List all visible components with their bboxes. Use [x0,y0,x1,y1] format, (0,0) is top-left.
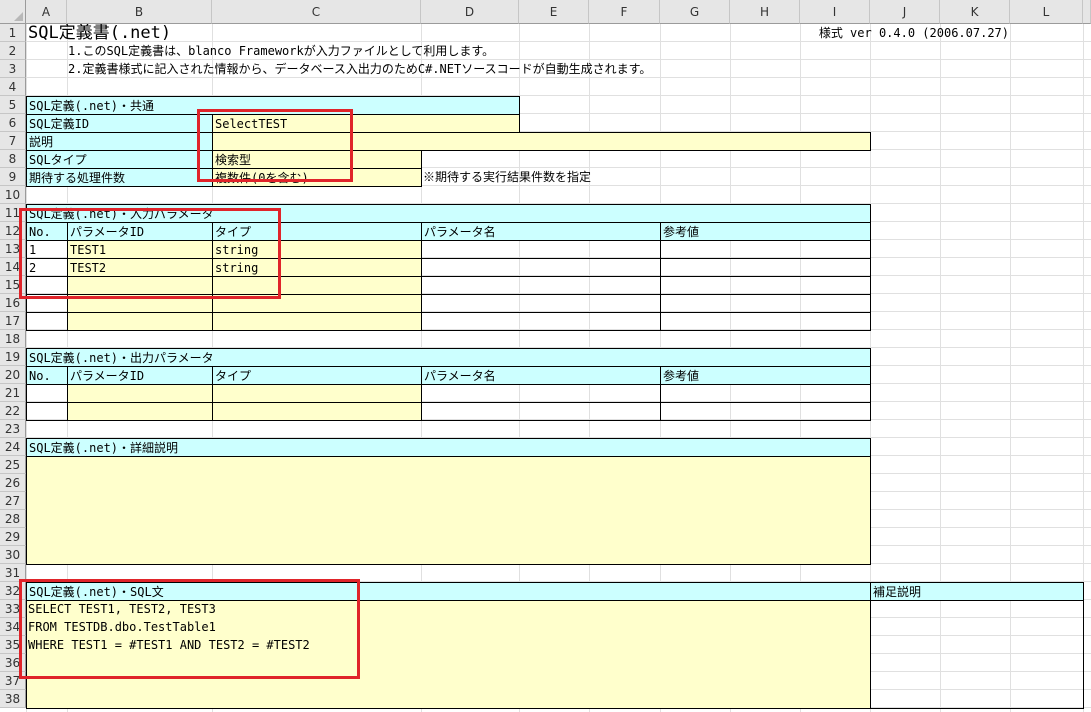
supplement-text-area[interactable] [870,600,1084,709]
expected-count-label: 期待する処理件数 [26,168,213,187]
sql-id-label: SQL定義ID [26,114,213,133]
input-param-row-ref[interactable] [660,312,871,331]
output-param-header-ref: 参考値 [660,366,871,385]
row-header[interactable]: 38 [0,690,26,708]
output-param-header-no: No. [26,366,68,385]
output-param-section-header: SQL定義(.net)・出力パラメータ [26,348,871,367]
row-header[interactable]: 23 [0,420,26,438]
row-header[interactable]: 9 [0,168,26,186]
column-header-d[interactable]: D [421,0,519,24]
row-header[interactable]: 24 [0,438,26,456]
row-header[interactable]: 28 [0,510,26,528]
input-param-row-ref[interactable] [660,258,871,277]
expected-count-note: ※期待する実行結果件数を指定 [423,170,592,184]
output-param-row-name[interactable] [421,402,661,421]
output-param-header-name: パラメータ名 [421,366,661,385]
column-header-b[interactable]: B [67,0,212,24]
column-header-c[interactable]: C [212,0,421,24]
output-param-row-no[interactable] [26,384,68,403]
output-param-row-id[interactable] [67,402,213,421]
detail-section-header: SQL定義(.net)・詳細説明 [26,438,871,457]
highlight-input-params-box [19,208,281,299]
detail-text-area[interactable] [26,456,871,565]
output-param-row-ref[interactable] [660,402,871,421]
column-header-g[interactable]: G [660,0,730,24]
row-header[interactable]: 3 [0,60,26,78]
row-header[interactable]: 26 [0,474,26,492]
row-header[interactable]: 6 [0,114,26,132]
input-param-row-name[interactable] [421,276,661,295]
input-param-row-name[interactable] [421,312,661,331]
highlight-sql-box [19,579,360,679]
output-param-row-id[interactable] [67,384,213,403]
column-header-j[interactable]: J [870,0,940,24]
row-header[interactable]: 1 [0,24,26,42]
row-header[interactable]: 29 [0,528,26,546]
output-param-row-ref[interactable] [660,384,871,403]
row-header[interactable]: 2 [0,42,26,60]
input-param-row-id[interactable] [67,312,213,331]
spreadsheet[interactable]: SQL定義書(.net) 様式 ver 0.4.0 (2006.07.27) 1.こ… [0,0,1091,712]
sheet-title: SQL定義書(.net) [28,22,172,43]
row-header[interactable]: 19 [0,348,26,366]
row-header[interactable]: 8 [0,150,26,168]
output-param-row-type[interactable] [212,384,422,403]
input-param-row-type[interactable] [212,312,422,331]
input-param-row-ref[interactable] [660,240,871,259]
input-param-header-ref: 参考値 [660,222,871,241]
column-header-a[interactable]: A [26,0,67,24]
output-param-row-type[interactable] [212,402,422,421]
supplement-header: 補足説明 [870,582,1084,601]
description-line-1: 1.このSQL定義書は、blanco Frameworkが入力ファイルとして利用… [68,44,495,58]
column-header-k[interactable]: K [940,0,1010,24]
row-header[interactable]: 18 [0,330,26,348]
row-header[interactable]: 20 [0,366,26,384]
column-header-f[interactable]: F [589,0,660,24]
version-label: 様式 ver 0.4.0 (2006.07.27) [818,26,1009,40]
input-param-row-ref[interactable] [660,276,871,295]
input-param-row-no[interactable] [26,312,68,331]
description-line-2: 2.定義書様式に記入された情報から、データベース入出力のためC#.NETソースコ… [68,62,652,76]
output-param-header-type: タイプ [212,366,422,385]
row-header[interactable]: 5 [0,96,26,114]
select-all-corner[interactable] [0,0,26,24]
input-param-row-name[interactable] [421,294,661,313]
input-param-row-ref[interactable] [660,294,871,313]
input-param-header-name: パラメータ名 [421,222,661,241]
column-header-e[interactable]: E [519,0,589,24]
input-param-row-name[interactable] [421,240,661,259]
output-param-row-name[interactable] [421,384,661,403]
row-header[interactable]: 21 [0,384,26,402]
highlight-common-box [197,109,353,182]
row-header[interactable]: 22 [0,402,26,420]
output-param-header-id: パラメータID [67,366,213,385]
column-header-i[interactable]: I [800,0,870,24]
column-header-l[interactable]: L [1010,0,1083,24]
row-header[interactable]: 27 [0,492,26,510]
output-param-row-no[interactable] [26,402,68,421]
corner-triangle-icon [14,12,23,21]
input-param-row-name[interactable] [421,258,661,277]
row-header[interactable]: 7 [0,132,26,150]
row-header[interactable]: 4 [0,78,26,96]
description-label: 説明 [26,132,213,151]
row-header[interactable]: 30 [0,546,26,564]
column-header-h[interactable]: H [730,0,800,24]
column-header-filler [1083,0,1091,24]
sql-type-label: SQLタイプ [26,150,213,169]
row-header[interactable]: 10 [0,186,26,204]
row-header[interactable]: 25 [0,456,26,474]
row-header[interactable]: 17 [0,312,26,330]
